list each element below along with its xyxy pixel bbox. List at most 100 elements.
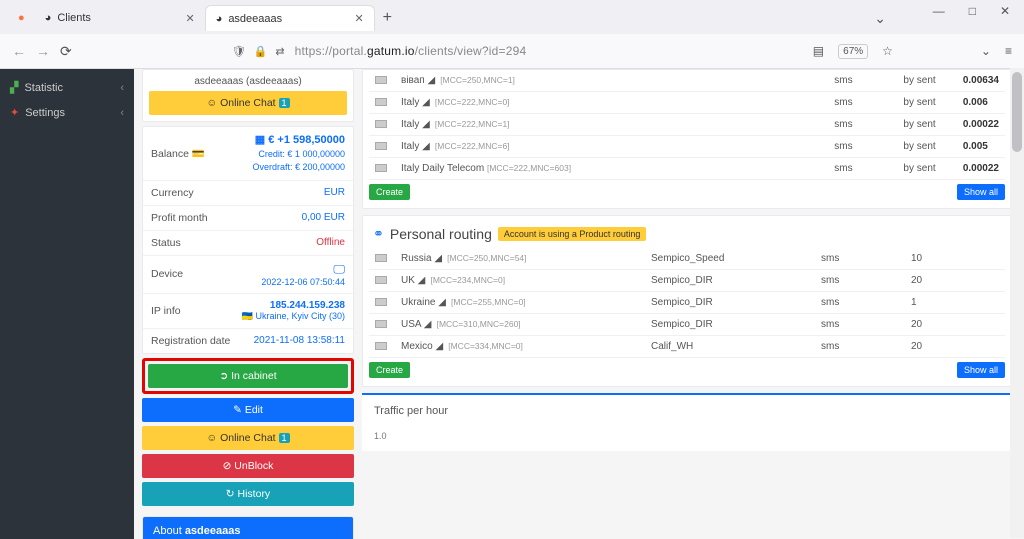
table-row[interactable]: вівап ◢ [MCC=250,MNC=1]smsby sent0.00634	[369, 70, 1005, 92]
zoom-level[interactable]: 67%	[838, 44, 868, 59]
win-min-icon[interactable]: —	[933, 4, 945, 18]
flag-icon	[375, 76, 387, 84]
status-value: Offline	[316, 237, 345, 248]
operator-icon: ◢	[428, 75, 438, 85]
scrollbar-thumb[interactable]	[1012, 72, 1022, 152]
in-cabinet-button[interactable]: ➲ In cabinet	[148, 364, 348, 388]
sidebar-item-statistic[interactable]: ▞ Statistic ‹	[0, 75, 134, 100]
table-row[interactable]: Ukraine ◢ [MCC=255,MNC=0]Sempico_DIRsms1	[369, 292, 1005, 314]
about-header: About asdeeaaas	[143, 517, 353, 539]
table-row[interactable]: Mexico ◢ [MCC=334,MNC=0]Calif_WHsms20	[369, 336, 1005, 358]
chevron-left-icon: ‹	[120, 82, 124, 94]
reg-value: 2021-11-08 13:58:11	[254, 335, 345, 346]
chevron-left-icon: ‹	[120, 107, 124, 119]
nav-fwd-icon: →	[36, 43, 50, 59]
routing-icon: ⚭	[373, 226, 384, 242]
currency-label: Currency	[151, 187, 194, 199]
flag-icon	[375, 320, 387, 328]
device-label: Device	[151, 268, 183, 280]
overdraft-value: Overdraft: € 200,00000	[252, 162, 345, 172]
operator-icon: ◢	[438, 297, 448, 307]
operator-icon: ◢	[422, 97, 432, 107]
flag-icon	[375, 120, 387, 128]
currency-value: EUR	[324, 187, 345, 198]
table-row[interactable]: Italy ◢ [MCC=222,MNC=0]smsby sent0.006	[369, 92, 1005, 114]
flag-icon	[375, 254, 387, 262]
device-date: 2022-12-06 07:50:44	[261, 277, 345, 287]
menu-icon[interactable]: ≡	[1005, 44, 1012, 58]
operator-icon: ◢	[422, 119, 432, 129]
table-row[interactable]: Russia ◢ [MCC=250,MNC=54]Sempico_Speedsm…	[369, 248, 1005, 270]
routing-table: Russia ◢ [MCC=250,MNC=54]Sempico_Speedsm…	[369, 248, 1005, 358]
online-chat-button-2[interactable]: ☺ Online Chat 1	[142, 426, 354, 450]
history-button[interactable]: ↻ History	[142, 482, 354, 506]
unblock-button[interactable]: ⊘ UnBlock	[142, 454, 354, 478]
tab-client-detail[interactable]: ◕ asdeeaaas ✕	[205, 5, 375, 31]
flag-icon	[375, 276, 387, 284]
reg-label: Registration date	[151, 335, 230, 347]
traffic-chart: Traffic per hour 1.0	[362, 393, 1012, 451]
create-button[interactable]: Create	[369, 184, 410, 200]
flag-icon	[375, 342, 387, 350]
table-row[interactable]: UK ◢ [MCC=234,MNC=0]Sempico_DIRsms20	[369, 270, 1005, 292]
page-scrollbar[interactable]	[1010, 68, 1024, 538]
profit-label: Profit month	[151, 212, 208, 224]
ip-value: 185.244.159.238	[270, 300, 345, 311]
tab-close-icon[interactable]: ✕	[185, 12, 194, 25]
win-max-icon[interactable]: □	[969, 4, 976, 18]
balance-label: Balance 💳	[151, 147, 205, 160]
sidebar-item-settings[interactable]: ✦ Settings ‹	[0, 100, 134, 125]
firefox-icon: ●	[18, 12, 25, 24]
shield-icon[interactable]: 🛡	[232, 45, 246, 58]
operator-icon: ◢	[424, 319, 434, 329]
flag-icon	[375, 298, 387, 306]
show-all-button[interactable]: Show all	[957, 362, 1005, 378]
chart-icon: ▞	[10, 81, 18, 94]
status-label: Status	[151, 237, 181, 249]
new-tab-button[interactable]: +	[383, 9, 392, 27]
pricing-table: вівап ◢ [MCC=250,MNC=1]smsby sent0.00634…	[369, 70, 1005, 180]
operator-icon: ◢	[418, 275, 428, 285]
balance-value: ▦ € +1 598,50000	[255, 134, 345, 146]
flag-icon	[375, 164, 387, 172]
edit-button[interactable]: ✎ Edit	[142, 398, 354, 422]
bookmark-icon[interactable]: ☆	[882, 44, 893, 58]
flag-icon	[375, 142, 387, 150]
routing-title: Personal routing	[390, 226, 492, 242]
table-row[interactable]: Italy ◢ [MCC=222,MNC=6]smsby sent0.005	[369, 136, 1005, 158]
ip-location: 🇺🇦 Ukraine, Kyiv City (30)	[242, 311, 345, 322]
online-chat-button[interactable]: ☺ Online Chat 1	[149, 91, 347, 115]
client-name: asdeeaaas (asdeeaaas)	[149, 74, 347, 91]
tab-clients[interactable]: ◕ Clients ✕	[35, 6, 205, 31]
operator-icon: ◢	[434, 253, 444, 263]
operator-icon: ◢	[435, 341, 445, 351]
profit-value: 0,00 EUR	[302, 212, 345, 223]
create-button[interactable]: Create	[369, 362, 410, 378]
tab-label: Clients	[57, 12, 91, 24]
tab-close-icon[interactable]: ✕	[354, 12, 363, 25]
lock-icon[interactable]: 🔒	[254, 45, 268, 58]
nav-back-icon[interactable]: ←	[12, 43, 26, 59]
tab-label: asdeeaaas	[228, 13, 282, 25]
tabs-dropdown-icon[interactable]: ⌄	[874, 10, 886, 27]
show-all-button[interactable]: Show all	[957, 184, 1005, 200]
favicon-icon: ◕	[45, 12, 52, 24]
operator-icon: ◢	[422, 141, 432, 151]
highlight-cabinet: ➲ In cabinet	[142, 358, 354, 394]
win-close-icon[interactable]: ✕	[1000, 4, 1010, 18]
monitor-icon: 🖵	[333, 262, 345, 276]
pocket-icon[interactable]: ⌄	[981, 44, 991, 58]
nav-refresh-icon[interactable]: ⟳	[60, 43, 72, 60]
address-bar[interactable]: https://portal.gatum.io/clients/view?id=…	[295, 44, 527, 58]
gear-icon: ✦	[10, 106, 19, 119]
table-row[interactable]: Italy Daily Telecom [MCC=222,MNC=603]sms…	[369, 158, 1005, 180]
favicon-icon: ◕	[216, 13, 223, 25]
ip-label: IP info	[151, 305, 181, 317]
chart-y-tick: 1.0	[374, 431, 1000, 441]
reader-icon[interactable]: ▤	[813, 44, 824, 58]
table-row[interactable]: USA ◢ [MCC=310,MNC=260]Sempico_DIRsms20	[369, 314, 1005, 336]
table-row[interactable]: Italy ◢ [MCC=222,MNC=1]smsby sent0.00022	[369, 114, 1005, 136]
permissions-icon[interactable]: ⇄	[275, 45, 284, 58]
flag-icon	[375, 98, 387, 106]
sidebar: ▞ Statistic ‹ ✦ Settings ‹	[0, 69, 134, 539]
